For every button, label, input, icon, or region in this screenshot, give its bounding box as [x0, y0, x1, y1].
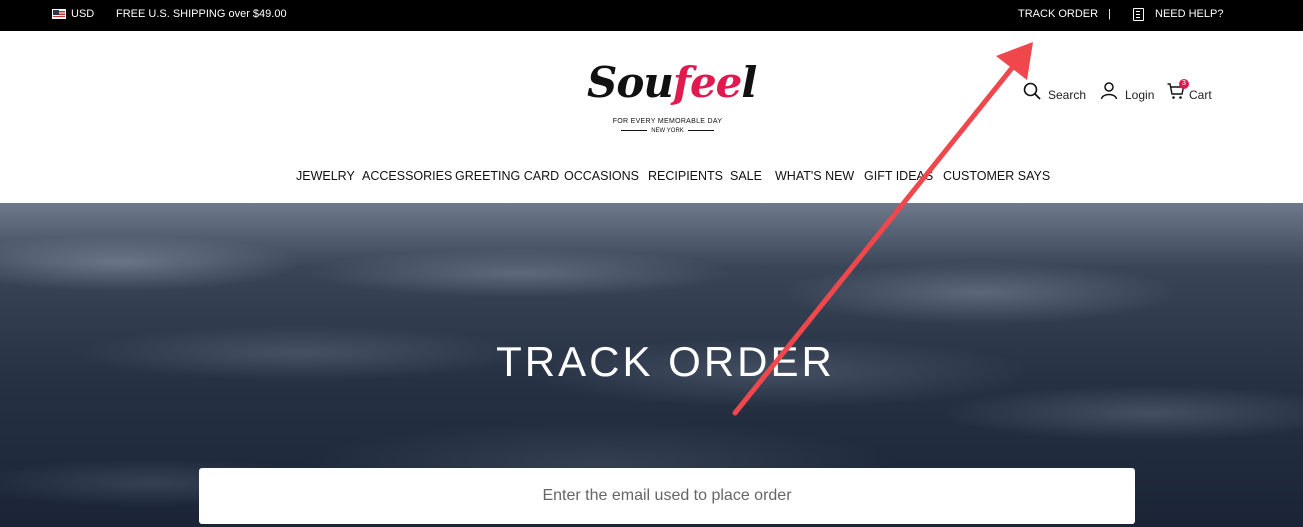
email-field[interactable]	[199, 468, 1135, 524]
nav-item-gift-ideas[interactable]: GIFT IDEAS	[864, 169, 933, 183]
user-icon	[1100, 82, 1118, 100]
nav-item-accessories[interactable]: ACCESSORIES	[362, 169, 452, 183]
login-label: Login	[1125, 88, 1155, 102]
nav-item-sale[interactable]: SALE	[730, 169, 762, 183]
cart-count-badge: 3	[1179, 79, 1189, 89]
logo-tagline: FOR EVERY MEMORABLE DAY	[612, 118, 723, 125]
logo-wordmark: Soufeel	[587, 58, 757, 108]
shipping-promo: FREE U.S. SHIPPING over $49.00	[116, 8, 287, 20]
logo-text-end: l	[741, 58, 757, 107]
top-bar: USD FREE U.S. SHIPPING over $49.00 TRACK…	[0, 0, 1303, 31]
nav-item-whats-new[interactable]: WHAT'S NEW	[775, 169, 854, 183]
us-flag-icon[interactable]	[52, 9, 66, 19]
login-button[interactable]: Login	[1100, 82, 1156, 104]
logo-text-part: Sou	[587, 58, 674, 107]
nav-item-greeting-card[interactable]: GREETING CARD	[455, 169, 559, 183]
topbar-separator: |	[1108, 8, 1111, 20]
cart-label: Cart	[1189, 88, 1212, 102]
logo-location: NEW YORK	[585, 128, 750, 134]
currency-selector[interactable]: USD	[71, 8, 94, 21]
nav-item-customer-says[interactable]: CUSTOMER SAYS	[943, 169, 1050, 183]
track-order-hero: TRACK ORDER	[0, 203, 1303, 527]
nav-item-occasions[interactable]: OCCASIONS	[564, 169, 639, 183]
main-nav: JEWELRY ACCESSORIES GREETING CARD OCCASI…	[0, 169, 1303, 185]
need-help-link[interactable]: NEED HELP?	[1155, 8, 1223, 21]
search-icon	[1023, 82, 1041, 100]
search-label: Search	[1048, 88, 1087, 102]
logo-heart-part: fee	[672, 58, 743, 107]
cart-button[interactable]: Cart	[1167, 82, 1213, 104]
search-button[interactable]: Search	[1023, 82, 1087, 104]
logo-location-text: NEW YORK	[651, 128, 684, 134]
soufeel-logo[interactable]: Soufeel FOR EVERY MEMORABLE DAY NEW YORK	[585, 58, 757, 138]
clipboard-icon[interactable]	[1133, 8, 1144, 21]
nav-item-recipients[interactable]: RECIPIENTS	[648, 169, 723, 183]
nav-item-jewelry[interactable]: JEWELRY	[296, 169, 355, 183]
track-order-link[interactable]: TRACK ORDER	[1018, 8, 1098, 21]
page-title: TRACK ORDER	[496, 338, 835, 385]
